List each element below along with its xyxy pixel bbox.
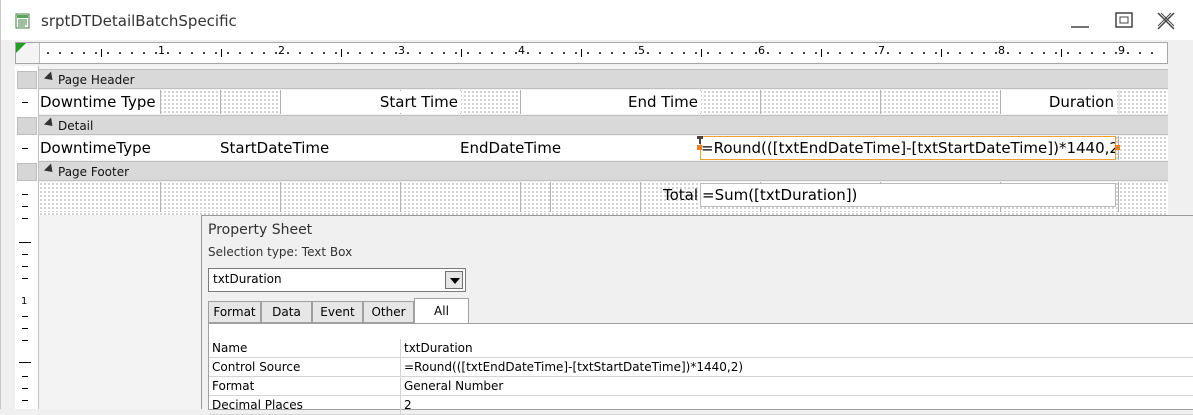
property-sheet-title: Property Sheet xyxy=(208,222,313,238)
ruler-number: 7 xyxy=(878,44,885,57)
close-icon[interactable] xyxy=(1151,10,1181,32)
detail-start-datetime-field[interactable]: StartDateTime xyxy=(220,137,460,159)
page-header-selector[interactable] xyxy=(17,71,37,89)
maximize-icon[interactable] xyxy=(1109,10,1139,32)
property-name: Name xyxy=(212,341,248,355)
ruler-number: 2 xyxy=(278,44,285,57)
dropdown-arrow-icon[interactable] xyxy=(445,271,463,289)
detail-bar[interactable]: Detail xyxy=(39,115,1168,135)
property-row[interactable]: Format General Number xyxy=(209,377,1193,396)
property-row[interactable]: Control Source =Round(([txtEndDateTime]-… xyxy=(209,358,1193,377)
ruler-corner[interactable] xyxy=(16,43,40,63)
tab-format[interactable]: Format xyxy=(208,301,261,323)
selected-control: txtDuration xyxy=(213,272,282,286)
ruler-number: 3 xyxy=(398,44,405,57)
minimize-icon[interactable] xyxy=(1065,10,1095,32)
page-footer-band[interactable]: Total =Sum([txtDuration]) xyxy=(39,182,1168,212)
property-name: Decimal Places xyxy=(212,398,303,412)
property-value[interactable]: 2 xyxy=(404,398,412,412)
property-name: Format xyxy=(212,379,255,393)
selection-handle[interactable] xyxy=(697,145,702,150)
section-collapse-icon[interactable] xyxy=(43,117,57,130)
horizontal-ruler: 1 2 3 4 5 6 7 8 9 xyxy=(15,42,1168,64)
section-collapse-icon[interactable] xyxy=(43,71,57,84)
ruler-number: 6 xyxy=(758,44,765,57)
page-header-label: Page Header xyxy=(58,73,135,87)
detail-selector[interactable] xyxy=(17,117,37,135)
control-selector-dropdown[interactable]: txtDuration xyxy=(208,268,466,292)
detail-downtime-type-field[interactable]: DowntimeType xyxy=(40,137,220,159)
selection-type: Selection type: Text Box xyxy=(208,245,353,259)
txt-duration-textbox[interactable]: =Round(([txtEndDateTime]-[txtStartDateTi… xyxy=(700,136,1116,160)
ruler-number: 4 xyxy=(518,44,525,57)
property-value[interactable]: General Number xyxy=(404,379,503,393)
report-design-window: srptDTDetailBatchSpecific 1 2 3 4 5 6 7 … xyxy=(0,0,1193,415)
section-collapse-icon[interactable] xyxy=(43,163,57,176)
vertical-ruler-number: 1 xyxy=(21,296,28,307)
header-end-time-label[interactable]: End Time xyxy=(521,91,701,113)
page-header-band[interactable]: Downtime Type Start Time End Time Durati… xyxy=(39,90,1168,114)
tab-data[interactable]: Data xyxy=(261,301,312,323)
property-sheet: Property Sheet Selection type: Text Box … xyxy=(201,215,1193,415)
property-value[interactable]: =Round(([txtEndDateTime]-[txtStartDateTi… xyxy=(404,360,743,374)
footer-total-label[interactable]: Total xyxy=(640,184,701,206)
page-footer-selector[interactable] xyxy=(17,163,37,181)
ruler-number: 1 xyxy=(158,44,165,57)
detail-label: Detail xyxy=(58,119,94,133)
header-start-time-label[interactable]: Start Time xyxy=(281,91,461,113)
property-row[interactable]: Decimal Places 2 xyxy=(209,396,1193,415)
header-duration-label[interactable]: Duration xyxy=(1001,91,1117,113)
page-footer-bar[interactable]: Page Footer xyxy=(39,161,1168,181)
report-icon xyxy=(15,13,30,29)
ruler-number: 9 xyxy=(1118,44,1125,57)
selection-handle[interactable] xyxy=(1115,145,1120,150)
detail-band[interactable]: DowntimeType StartDateTime EndDateTime =… xyxy=(39,136,1168,160)
footer-sum-textbox[interactable]: =Sum([txtDuration]) xyxy=(700,183,1116,207)
tab-other[interactable]: Other xyxy=(363,301,414,323)
detail-end-datetime-field[interactable]: EndDateTime xyxy=(460,137,700,159)
property-row[interactable]: Name txtDuration xyxy=(209,339,1193,358)
tab-event[interactable]: Event xyxy=(312,301,363,323)
ruler-number: 8 xyxy=(998,44,1005,57)
property-grid: Name txtDuration Control Source =Round((… xyxy=(208,323,1193,415)
title-bar: srptDTDetailBatchSpecific xyxy=(1,0,1193,40)
header-downtime-type-label[interactable]: Downtime Type xyxy=(40,91,159,113)
vertical-ruler: 1 xyxy=(15,66,39,409)
page-footer-label: Page Footer xyxy=(58,165,130,179)
page-header-bar[interactable]: Page Header xyxy=(39,69,1168,89)
property-value[interactable]: txtDuration xyxy=(404,341,473,355)
tab-all[interactable]: All xyxy=(414,298,469,324)
window-title: srptDTDetailBatchSpecific xyxy=(41,12,237,30)
ruler-number: 5 xyxy=(638,44,645,57)
property-name: Control Source xyxy=(212,360,301,374)
